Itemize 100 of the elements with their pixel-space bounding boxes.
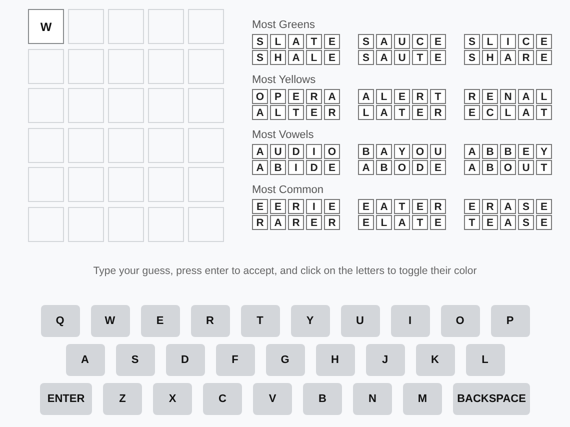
letter-tile[interactable]: S — [252, 34, 268, 49]
letter-tile[interactable]: E — [324, 199, 340, 214]
letter-tile[interactable]: E — [394, 89, 410, 104]
letter-tile[interactable]: L — [376, 215, 392, 230]
letter-tile[interactable]: A — [324, 89, 340, 104]
keyboard-key[interactable]: X — [153, 382, 192, 414]
letter-tile[interactable]: A — [518, 105, 534, 120]
letter-tile[interactable]: S — [464, 34, 480, 49]
letter-tile[interactable]: B — [500, 144, 516, 159]
letter-tile[interactable]: B — [358, 144, 374, 159]
keyboard-key[interactable]: N — [353, 382, 392, 414]
keyboard-key[interactable]: J — [366, 344, 404, 376]
keyboard-key[interactable]: C — [203, 382, 242, 414]
letter-tile[interactable]: U — [394, 34, 410, 49]
keyboard-key[interactable]: A — [66, 344, 104, 376]
keyboard-key[interactable]: V — [253, 382, 292, 414]
letter-tile[interactable]: A — [464, 144, 480, 159]
letter-tile[interactable]: E — [306, 215, 322, 230]
keyboard-key[interactable]: P — [490, 304, 530, 336]
letter-tile[interactable]: C — [412, 34, 428, 49]
letter-tile[interactable]: T — [430, 89, 446, 104]
letter-tile[interactable]: A — [376, 144, 392, 159]
letter-tile[interactable]: A — [288, 34, 304, 49]
letter-tile[interactable]: T — [394, 105, 410, 120]
letter-tile[interactable]: L — [536, 89, 552, 104]
letter-tile[interactable]: R — [252, 215, 268, 230]
letter-tile[interactable]: B — [482, 160, 498, 175]
letter-tile[interactable]: U — [518, 160, 534, 175]
letter-tile[interactable]: T — [536, 160, 552, 175]
letter-tile[interactable]: E — [464, 199, 480, 214]
letter-tile[interactable]: E — [306, 105, 322, 120]
letter-tile[interactable]: A — [500, 199, 516, 214]
letter-tile[interactable]: A — [376, 199, 392, 214]
letter-tile[interactable]: U — [430, 144, 446, 159]
letter-tile[interactable]: A — [252, 144, 268, 159]
letter-tile[interactable]: C — [482, 105, 498, 120]
keyboard-key[interactable]: D — [166, 344, 204, 376]
letter-tile[interactable]: L — [482, 34, 498, 49]
keyboard-key[interactable]: K — [416, 344, 454, 376]
letter-tile[interactable]: D — [412, 160, 428, 175]
letter-tile[interactable]: I — [306, 199, 322, 214]
keyboard-key[interactable]: B — [303, 382, 342, 414]
letter-tile[interactable]: L — [270, 105, 286, 120]
letter-tile[interactable]: E — [482, 89, 498, 104]
letter-tile[interactable]: E — [412, 105, 428, 120]
keyboard-key[interactable]: Z — [103, 382, 142, 414]
letter-tile[interactable]: E — [358, 199, 374, 214]
letter-tile[interactable]: H — [270, 50, 286, 65]
letter-tile[interactable]: E — [464, 105, 480, 120]
letter-tile[interactable]: O — [500, 160, 516, 175]
letter-tile[interactable]: R — [430, 199, 446, 214]
letter-tile[interactable]: T — [412, 50, 428, 65]
letter-tile[interactable]: E — [430, 34, 446, 49]
keyboard-key[interactable]: M — [403, 382, 442, 414]
letter-tile[interactable]: A — [376, 50, 392, 65]
keyboard-key[interactable]: U — [340, 304, 380, 336]
letter-tile[interactable]: A — [288, 50, 304, 65]
letter-tile[interactable]: A — [464, 160, 480, 175]
letter-tile[interactable]: U — [270, 144, 286, 159]
letter-tile[interactable]: A — [270, 215, 286, 230]
letter-tile[interactable]: A — [376, 34, 392, 49]
letter-tile[interactable]: R — [482, 199, 498, 214]
keyboard-key[interactable]: I — [390, 304, 430, 336]
letter-tile[interactable]: E — [324, 34, 340, 49]
keyboard-key[interactable]: ENTER — [40, 382, 92, 414]
letter-tile[interactable]: R — [324, 215, 340, 230]
letter-tile[interactable]: E — [430, 160, 446, 175]
letter-tile[interactable]: E — [324, 50, 340, 65]
letter-tile[interactable]: D — [288, 144, 304, 159]
letter-tile[interactable]: O — [394, 160, 410, 175]
letter-tile[interactable]: R — [288, 199, 304, 214]
keyboard-key[interactable]: S — [116, 344, 154, 376]
letter-tile[interactable]: L — [270, 34, 286, 49]
letter-tile[interactable]: E — [518, 144, 534, 159]
keyboard-key[interactable]: R — [190, 304, 230, 336]
letter-tile[interactable]: N — [500, 89, 516, 104]
letter-tile[interactable]: A — [252, 105, 268, 120]
letter-tile[interactable]: R — [412, 89, 428, 104]
letter-tile[interactable]: A — [518, 89, 534, 104]
letter-tile[interactable]: S — [464, 50, 480, 65]
letter-tile[interactable]: E — [482, 215, 498, 230]
letter-tile[interactable]: E — [536, 50, 552, 65]
keyboard-key[interactable]: O — [440, 304, 480, 336]
keyboard-key[interactable]: E — [140, 304, 180, 336]
letter-tile[interactable]: D — [306, 160, 322, 175]
letter-tile[interactable]: A — [376, 105, 392, 120]
letter-tile[interactable]: E — [430, 50, 446, 65]
letter-tile[interactable]: E — [412, 199, 428, 214]
letter-tile[interactable]: A — [252, 160, 268, 175]
letter-tile[interactable]: B — [482, 144, 498, 159]
letter-tile[interactable]: Y — [394, 144, 410, 159]
letter-tile[interactable]: E — [358, 215, 374, 230]
letter-tile[interactable]: C — [518, 34, 534, 49]
letter-tile[interactable]: T — [536, 105, 552, 120]
letter-tile[interactable]: E — [536, 199, 552, 214]
letter-tile[interactable]: T — [306, 34, 322, 49]
keyboard-key[interactable]: T — [240, 304, 280, 336]
letter-tile[interactable]: I — [306, 144, 322, 159]
keyboard-key[interactable]: L — [466, 344, 504, 376]
letter-tile[interactable]: L — [376, 89, 392, 104]
